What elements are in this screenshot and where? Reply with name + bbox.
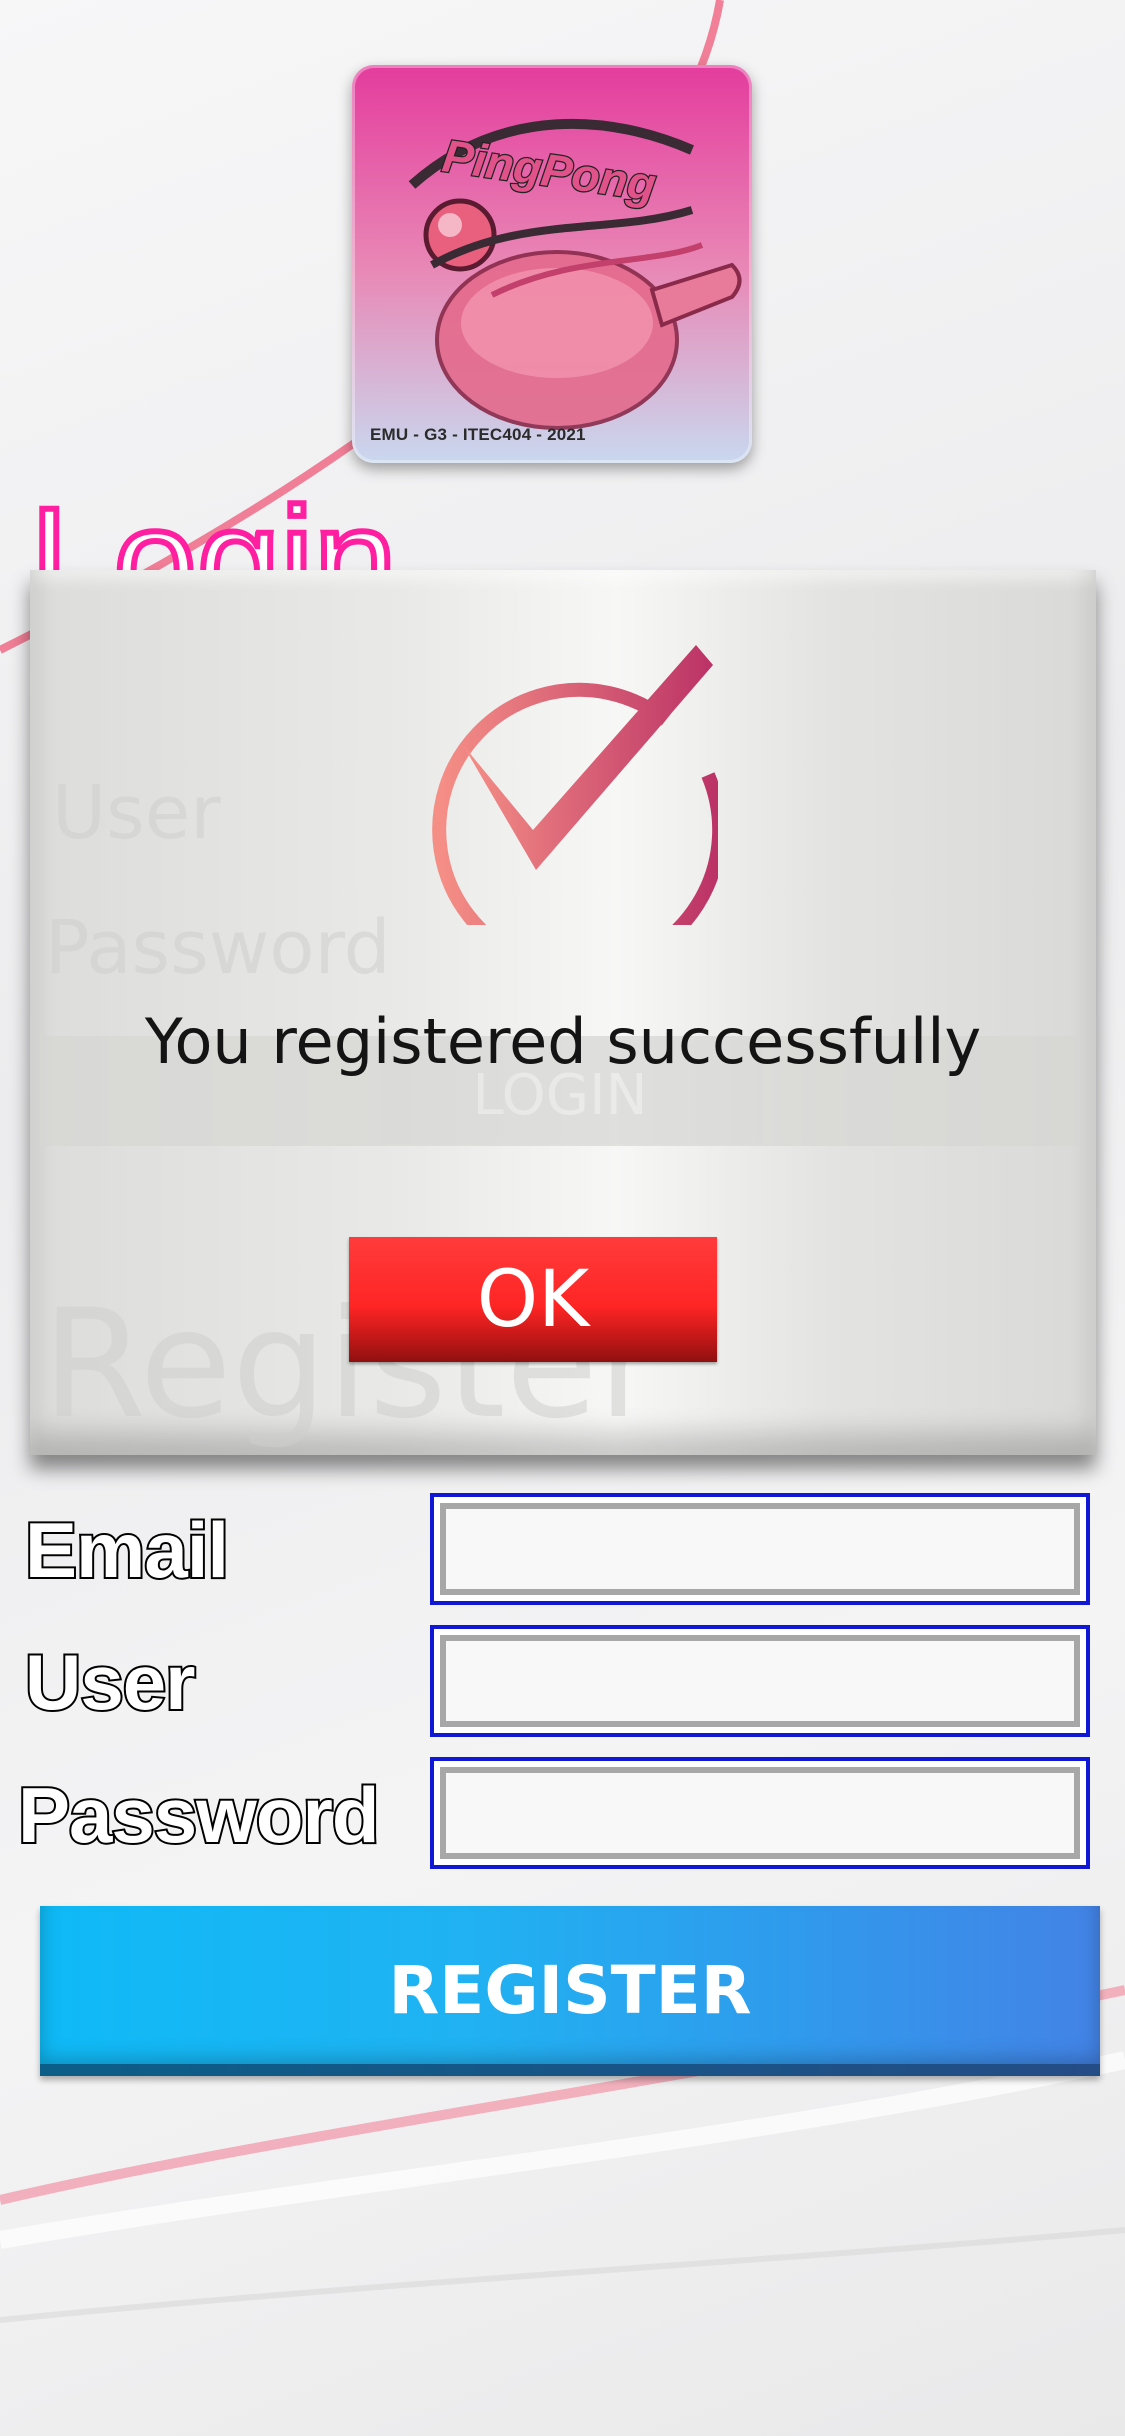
email-field[interactable] xyxy=(440,1503,1080,1595)
ping-pong-paddle-icon xyxy=(408,118,742,430)
register-button-label: REGISTER xyxy=(388,1952,752,2029)
email-field-frame xyxy=(430,1493,1090,1605)
password-label: Password xyxy=(16,1769,381,1861)
logo-caption: EMU - G3 - ITEC404 - 2021 xyxy=(370,425,586,444)
ok-button-label: OK xyxy=(476,1254,590,1345)
login-password-label: Password xyxy=(45,905,391,991)
check-circle-icon xyxy=(432,645,718,925)
email-label: Email xyxy=(23,1504,231,1596)
app-logo: PingPong EMU - G3 - ITEC404 - 2021 xyxy=(352,65,752,463)
login-user-label: User xyxy=(52,770,221,856)
register-button[interactable]: REGISTER xyxy=(40,1906,1100,2076)
password-field-frame xyxy=(430,1757,1090,1869)
user-field-frame xyxy=(430,1625,1090,1737)
success-dialog: User Password LOGIN Register You registe… xyxy=(30,570,1096,1455)
dialog-message: You registered successfully xyxy=(144,1005,982,1078)
ok-button[interactable]: OK xyxy=(349,1237,717,1362)
user-label: User xyxy=(23,1636,197,1728)
password-field[interactable] xyxy=(440,1767,1080,1859)
user-field[interactable] xyxy=(440,1635,1080,1727)
